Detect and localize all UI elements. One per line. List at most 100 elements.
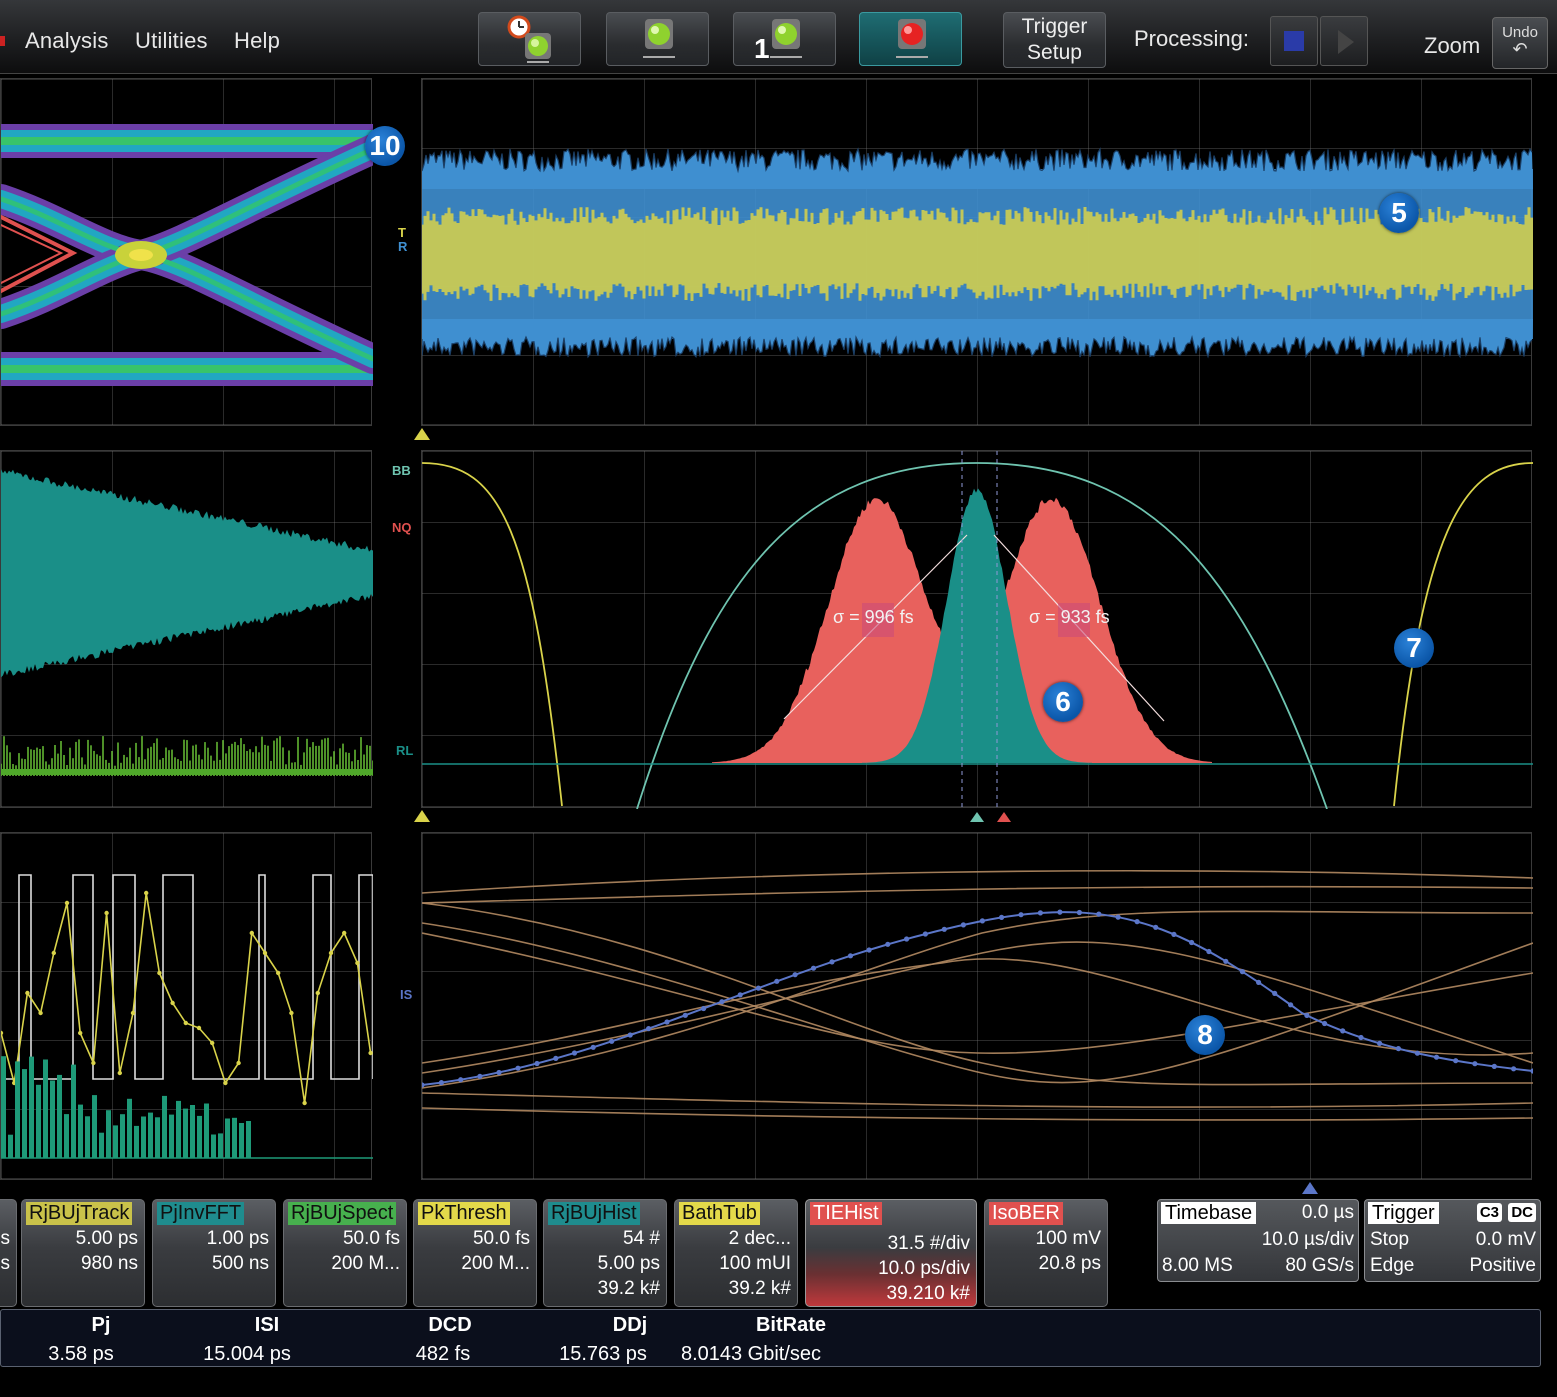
trigger-setup-button[interactable]: Trigger Setup: [1003, 12, 1106, 68]
descriptor-pjinvfft[interactable]: PjInvFFT 1.00 ps 500 ns: [152, 1199, 276, 1307]
descriptor-value: s: [0, 1253, 11, 1274]
trigger-single-button[interactable]: 1: [733, 12, 836, 66]
processing-stop-button[interactable]: [1270, 16, 1318, 66]
histogram-markers: [414, 810, 1011, 822]
descriptor-bathtub[interactable]: BathTub 2 dec... 100 mUI 39.2 k#: [674, 1199, 798, 1307]
zoom-label[interactable]: Zoom: [1424, 33, 1480, 59]
undo-button[interactable]: Undo ↶: [1492, 17, 1548, 69]
trigger-type: Edge: [1370, 1255, 1415, 1276]
trigger-mode: Stop: [1370, 1229, 1410, 1250]
tie-track-plot: [422, 147, 1533, 359]
descriptor-rjbujspect[interactable]: RjBUjSpect 50.0 fs 200 M...: [283, 1199, 407, 1307]
timebase-descriptor[interactable]: Timebase 0.0 µs 10.0 µs/div 8.00 MS 80 G…: [1157, 1199, 1359, 1282]
trigger-coupling-badge: DC: [1508, 1203, 1536, 1222]
menu-utilities[interactable]: Utilities: [135, 28, 208, 54]
callout-8-badge: 8: [1185, 1015, 1225, 1055]
jitter-track-plot: [1, 469, 373, 776]
green-light-icon: [770, 19, 802, 58]
trigger-channel-badge: C3: [1476, 1203, 1502, 1222]
trigger-position-marker-icon: [1302, 1182, 1318, 1194]
descriptor-partial[interactable]: ss: [0, 1199, 17, 1307]
cursor-marker-icon: [997, 812, 1011, 822]
measurement-name: DDj: [612, 1314, 648, 1336]
callout-5-badge: 5: [1379, 193, 1419, 233]
trigger-setup-line1: Trigger: [1021, 15, 1088, 38]
histogram-bathtub-plot: [422, 451, 1533, 809]
jitter-track-grid[interactable]: [0, 450, 373, 808]
trigger-auto-button[interactable]: [478, 12, 581, 66]
trace-label-t: T: [398, 225, 406, 240]
descriptor-value: 200 M...: [461, 1253, 530, 1274]
descriptor-title: IsoBER: [989, 1202, 1063, 1225]
measurement-value[interactable]: 8.0143 Gbit/sec: [681, 1343, 821, 1366]
descriptor-value: 980 ns: [80, 1253, 138, 1274]
single-trigger-number: 1: [754, 33, 770, 64]
trigger-marker-icon: [414, 428, 430, 440]
descriptor-value: 100 mUI: [719, 1253, 791, 1274]
trigger-title: Trigger: [1368, 1202, 1439, 1224]
measurement-name: DCD: [428, 1314, 472, 1336]
descriptor-title: RjBUjHist: [548, 1202, 640, 1225]
measurement-name: BitRate: [755, 1314, 827, 1336]
measurement-value[interactable]: 15.004 ps: [203, 1343, 291, 1366]
descriptor-value: 54 #: [623, 1228, 660, 1249]
jitter-spectrum-plot: [1, 874, 373, 1159]
cursor-marker-icon: [970, 812, 984, 822]
trigger-stop-button[interactable]: [859, 12, 962, 66]
timebase-delay: 0.0 µs: [1301, 1202, 1354, 1223]
descriptor-rjbujtrack[interactable]: RjBUjTrack 5.00 ps 980 ns: [21, 1199, 145, 1307]
descriptor-value: 5.00 ps: [75, 1228, 138, 1249]
menu-help[interactable]: Help: [234, 28, 280, 54]
descriptor-value: 2 dec...: [728, 1228, 791, 1249]
sigma-right-label: σ = 933 fs: [1029, 607, 1110, 627]
red-light-icon: [896, 19, 928, 58]
eye-diagram-plot: [1, 124, 373, 386]
descriptor-value: 100 mV: [1035, 1228, 1101, 1249]
descriptor-value: 39.210 k#: [886, 1283, 970, 1304]
isi-plot-grid[interactable]: IS 8: [400, 832, 1533, 1180]
descriptor-value: s: [0, 1228, 11, 1249]
measurement-table: Pj 3.58 ps ISI 15.004 ps DCD 482 fs DDj 15.763 …: [0, 1309, 1541, 1367]
trigger-slope: Positive: [1469, 1255, 1536, 1276]
trigger-normal-button[interactable]: [606, 12, 709, 66]
descriptor-value: 500 ns: [211, 1253, 269, 1274]
descriptor-value: 20.8 ps: [1038, 1253, 1101, 1274]
trace-label-nq: NQ: [392, 520, 412, 535]
descriptor-value: 5.00 ps: [597, 1253, 660, 1274]
descriptor-value: 39.2 k#: [728, 1278, 791, 1299]
processing-run-button[interactable]: [1320, 16, 1368, 66]
jitter-spectrum-grid[interactable]: [0, 832, 373, 1180]
histogram-bathtub-grid[interactable]: BB NQ RL σ = 996 fs σ = 933 fs 7 6: [392, 450, 1533, 809]
green-light-icon: [643, 19, 675, 58]
descriptor-pkthresh[interactable]: PkThresh 50.0 fs 200 M...: [413, 1199, 537, 1307]
descriptor-title: PkThresh: [418, 1202, 510, 1225]
measurement-value[interactable]: 15.763 ps: [559, 1343, 647, 1366]
descriptor-value: 31.5 #/div: [887, 1233, 970, 1254]
descriptor-title: RjBUjSpect: [288, 1202, 397, 1225]
descriptor-title: BathTub: [679, 1202, 760, 1225]
trace-label-bb: BB: [392, 463, 411, 478]
timebase-samples: 8.00 MS: [1162, 1255, 1233, 1276]
descriptor-tiehist[interactable]: TIEHist 31.5 #/div 10.0 ps/div 39.210 k#: [805, 1199, 977, 1307]
play-icon: [1338, 30, 1354, 54]
tie-track-grid[interactable]: T R 5: [398, 78, 1533, 426]
eye-diagram-grid[interactable]: 10: [0, 78, 405, 426]
descriptor-value: 10.0 ps/div: [878, 1258, 970, 1279]
menu-analysis[interactable]: Analysis: [25, 28, 109, 54]
menu-bar: Analysis Utilities Help 1 Trigger Setup …: [0, 0, 1557, 74]
trigger-setup-line2: Setup: [1027, 41, 1082, 64]
measurement-name: Pj: [91, 1314, 111, 1336]
callout-6-badge: 6: [1043, 682, 1083, 722]
measurement-value[interactable]: 3.58 ps: [48, 1343, 114, 1366]
trigger-descriptor[interactable]: Trigger C3 DC Stop 0.0 mV Edge Positive: [1364, 1199, 1541, 1282]
descriptor-title: RjBUjTrack: [26, 1202, 133, 1225]
descriptor-rjbujhist[interactable]: RjBUjHist 54 # 5.00 ps 39.2 k#: [543, 1199, 667, 1307]
measurement-value[interactable]: 482 fs: [416, 1343, 470, 1366]
alarm-clock-icon: [507, 15, 551, 63]
trace-label-rl: RL: [396, 743, 414, 758]
trace-label-r: R: [398, 239, 408, 254]
descriptor-isober[interactable]: IsoBER 100 mV 20.8 ps: [984, 1199, 1108, 1307]
descriptor-title: PjInvFFT: [157, 1202, 245, 1225]
descriptor-value: 50.0 fs: [472, 1228, 530, 1249]
timebase-title: Timebase: [1161, 1202, 1257, 1224]
